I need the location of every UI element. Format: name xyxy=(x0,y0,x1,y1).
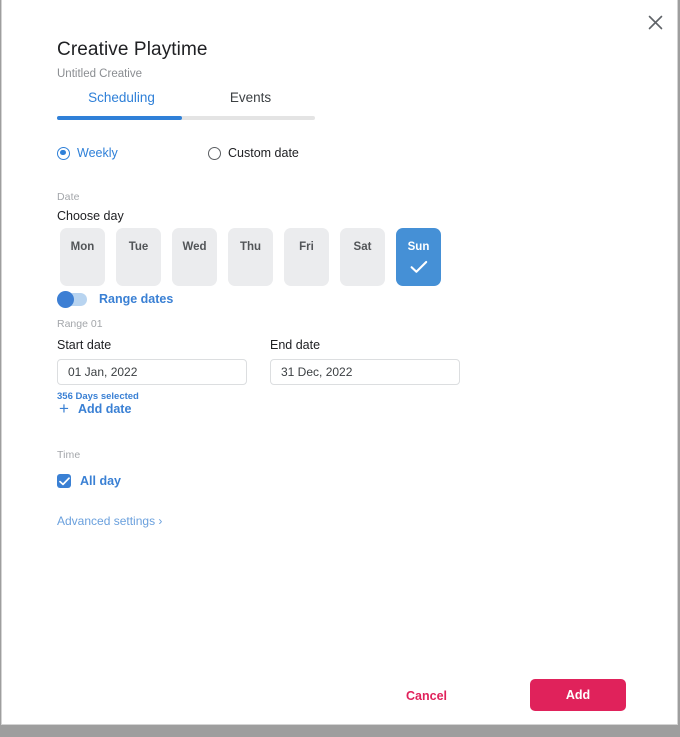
toggle-knob xyxy=(57,290,74,308)
add-date-label: Add date xyxy=(77,401,132,416)
dialog-subtitle: Untitled Creative xyxy=(57,68,143,80)
check-icon xyxy=(410,260,428,279)
day-chip-label: Tue xyxy=(128,241,149,253)
advanced-settings-link[interactable]: Advanced settings › xyxy=(57,514,162,528)
day-chip-label: Sun xyxy=(407,241,430,253)
scheduling-dialog: Creative Playtime Untitled Creative Sche… xyxy=(1,0,678,725)
day-chip-sun[interactable]: Sun xyxy=(396,228,441,286)
all-day-checkbox-row[interactable]: All day xyxy=(57,474,121,488)
day-chip-tue[interactable]: Tue xyxy=(116,228,161,286)
day-chip-fri[interactable]: Fri xyxy=(284,228,329,286)
tab-underline-track xyxy=(57,116,315,120)
radio-weekly-label: Weekly xyxy=(77,146,118,160)
radio-selected-icon xyxy=(57,146,70,160)
day-chip-thu[interactable]: Thu xyxy=(228,228,273,286)
day-chip-mon[interactable]: Mon xyxy=(60,228,105,286)
tab-bar: Scheduling Events xyxy=(57,90,315,120)
date-section-label: Date xyxy=(57,191,80,203)
day-chip-label: Mon xyxy=(70,241,95,253)
cancel-button[interactable]: Cancel xyxy=(400,685,453,707)
toggle-switch-icon xyxy=(57,290,87,308)
date-section-heading: Date Choose day xyxy=(57,191,124,223)
add-button[interactable]: Add xyxy=(530,679,626,711)
end-date-label: End date xyxy=(270,338,321,352)
start-date-input[interactable] xyxy=(57,359,247,385)
end-date-field-group: End date xyxy=(270,338,460,385)
range-number-label: Range 01 xyxy=(57,318,103,330)
end-date-input[interactable] xyxy=(270,359,460,385)
day-chip-label: Sat xyxy=(353,241,372,253)
range-dates-label: Range dates xyxy=(99,292,174,306)
day-chip-wed[interactable]: Wed xyxy=(172,228,217,286)
radio-custom-date-label: Custom date xyxy=(228,146,299,160)
day-chip-label: Thu xyxy=(239,241,262,253)
tab-events[interactable]: Events xyxy=(186,90,315,116)
schedule-mode-radio-group: Weekly Custom date xyxy=(57,146,299,160)
range-block: Range 01 Start date End date 356 Days se… xyxy=(57,318,467,402)
start-date-label: Start date xyxy=(57,338,112,352)
plus-icon: + xyxy=(59,399,69,418)
add-date-button[interactable]: + Add date xyxy=(59,400,131,417)
start-date-field-group: Start date xyxy=(57,338,270,385)
time-section: Time All day xyxy=(57,449,121,488)
tab-scheduling[interactable]: Scheduling xyxy=(57,90,186,116)
page-title: Creative Playtime xyxy=(57,39,208,60)
day-chip-group: Mon Tue Wed Thu Fri Sat Sun xyxy=(60,228,441,286)
choose-day-title: Choose day xyxy=(57,209,124,223)
dialog-header: Creative Playtime Untitled Creative xyxy=(57,38,617,81)
range-dates-toggle[interactable]: Range dates xyxy=(57,290,174,308)
radio-custom-date[interactable]: Custom date xyxy=(208,146,299,160)
day-chip-label: Fri xyxy=(299,241,314,253)
checkbox-checked-icon xyxy=(57,474,71,488)
all-day-label: All day xyxy=(80,474,121,488)
time-section-label: Time xyxy=(57,449,81,461)
close-icon[interactable] xyxy=(641,8,669,36)
radio-weekly[interactable]: Weekly xyxy=(57,146,208,160)
tab-active-indicator xyxy=(57,116,182,120)
day-chip-label: Wed xyxy=(182,241,207,253)
day-chip-sat[interactable]: Sat xyxy=(340,228,385,286)
radio-unselected-icon xyxy=(208,146,221,160)
